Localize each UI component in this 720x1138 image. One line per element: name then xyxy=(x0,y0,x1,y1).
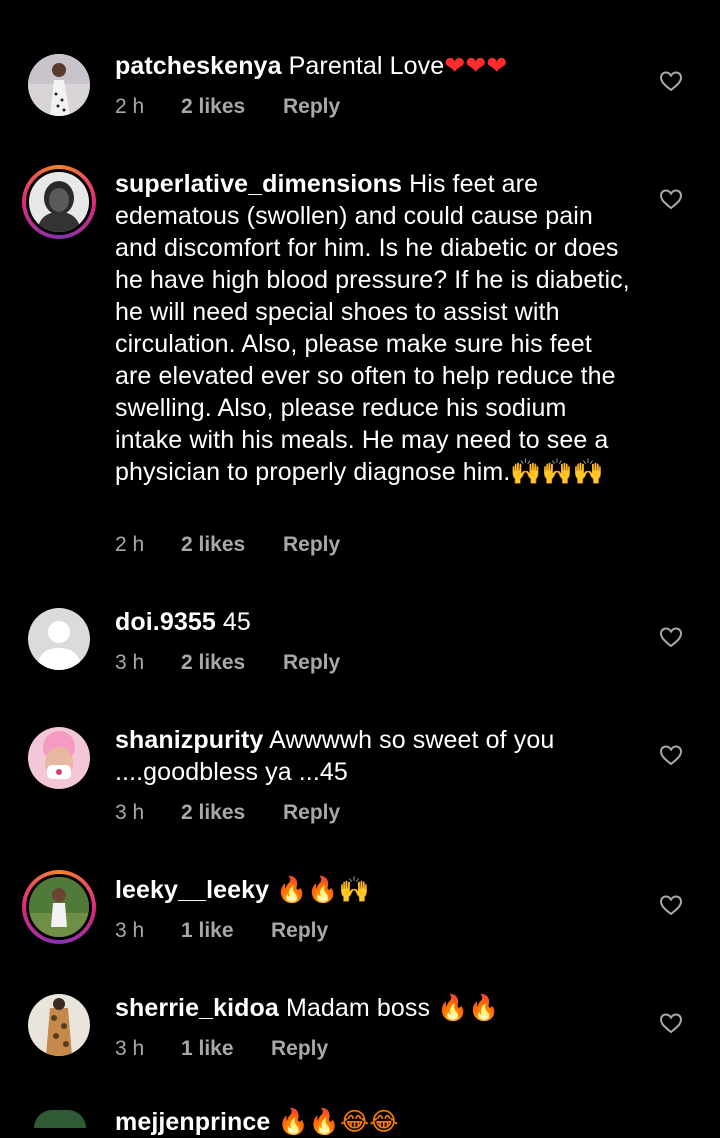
comment-text-block: leeky__leeky 🔥🔥🙌 xyxy=(115,874,640,906)
likes-count[interactable]: 2 likes xyxy=(181,532,245,558)
fire-emoji: 🔥🔥 xyxy=(437,993,500,1022)
comment-username[interactable]: superlative_dimensions xyxy=(115,170,402,198)
reply-button[interactable]: Reply xyxy=(283,94,340,120)
avatar[interactable] xyxy=(28,54,90,116)
comment-body: Parental Love xyxy=(288,52,445,80)
comment-time: 3 h xyxy=(115,651,145,674)
comment-username[interactable]: shanizpurity xyxy=(115,726,263,754)
avatar-image xyxy=(28,994,90,1056)
comment-text-block: sherrie_kidoa Madam boss 🔥🔥 xyxy=(115,992,640,1024)
likes-count[interactable]: 2 likes xyxy=(181,94,245,120)
reply-button[interactable]: Reply xyxy=(283,532,340,558)
reply-button[interactable]: Reply xyxy=(283,800,340,826)
heart-emoji: ❤❤❤ xyxy=(444,51,508,80)
likes-count[interactable]: 1 like xyxy=(181,1036,234,1062)
comment-text-block: mejjenprince 🔥🔥😂😂 xyxy=(115,1106,640,1138)
comment-body: Madam boss xyxy=(285,994,431,1022)
raised-hands-emoji: 🙌🙌🙌 xyxy=(510,457,605,486)
heart-outline-icon[interactable] xyxy=(659,70,683,92)
likes-count[interactable]: 2 likes xyxy=(181,650,245,676)
heart-outline-icon[interactable] xyxy=(659,894,683,916)
fire-emoji: 🔥🔥😂😂 xyxy=(277,1107,399,1136)
reply-button[interactable]: Reply xyxy=(271,1036,328,1062)
comment-username[interactable]: doi.9355 xyxy=(115,608,216,636)
heart-outline-icon[interactable] xyxy=(659,626,683,648)
avatar-image xyxy=(26,874,92,940)
comment-body: His feet are edematous (swollen) and cou… xyxy=(115,170,630,486)
avatar[interactable] xyxy=(28,608,90,670)
comment-text-block: patcheskenya Parental Love❤❤❤ xyxy=(115,50,640,82)
likes-count[interactable]: 2 likes xyxy=(181,800,245,826)
comment-username[interactable]: sherrie_kidoa xyxy=(115,994,279,1022)
avatar-image xyxy=(28,727,90,789)
heart-outline-icon[interactable] xyxy=(659,744,683,766)
comment-username[interactable]: patcheskenya xyxy=(115,52,282,80)
heart-outline-icon[interactable] xyxy=(659,1012,683,1034)
reply-button[interactable]: Reply xyxy=(283,650,340,676)
default-avatar-icon xyxy=(28,608,90,670)
comment-time: 2 h xyxy=(115,533,145,556)
avatar-image xyxy=(26,169,92,235)
comment-time: 3 h xyxy=(115,801,145,824)
comment-time: 3 h xyxy=(115,1037,145,1060)
avatar[interactable] xyxy=(28,994,90,1056)
avatar[interactable] xyxy=(22,165,96,239)
avatar[interactable] xyxy=(34,1110,86,1128)
fire-emoji: 🔥🔥🙌 xyxy=(276,875,370,904)
comment-body: 45 xyxy=(222,608,251,636)
comment-text-block: shanizpurity Awwwwh so sweet of you ....… xyxy=(115,724,555,788)
avatar[interactable] xyxy=(22,870,96,944)
comment-time: 2 h xyxy=(115,95,145,118)
likes-count[interactable]: 1 like xyxy=(181,918,234,944)
comment-username[interactable]: leeky__leeky xyxy=(115,876,269,904)
heart-outline-icon[interactable] xyxy=(659,188,683,210)
comment-text-block: doi.9355 45 xyxy=(115,606,640,638)
comment-text-block: superlative_dimensions His feet are edem… xyxy=(115,168,635,488)
reply-button[interactable]: Reply xyxy=(271,918,328,944)
avatar-image xyxy=(28,54,90,116)
avatar[interactable] xyxy=(28,727,90,789)
comment-time: 3 h xyxy=(115,919,145,942)
comment-username[interactable]: mejjenprince xyxy=(115,1108,270,1136)
